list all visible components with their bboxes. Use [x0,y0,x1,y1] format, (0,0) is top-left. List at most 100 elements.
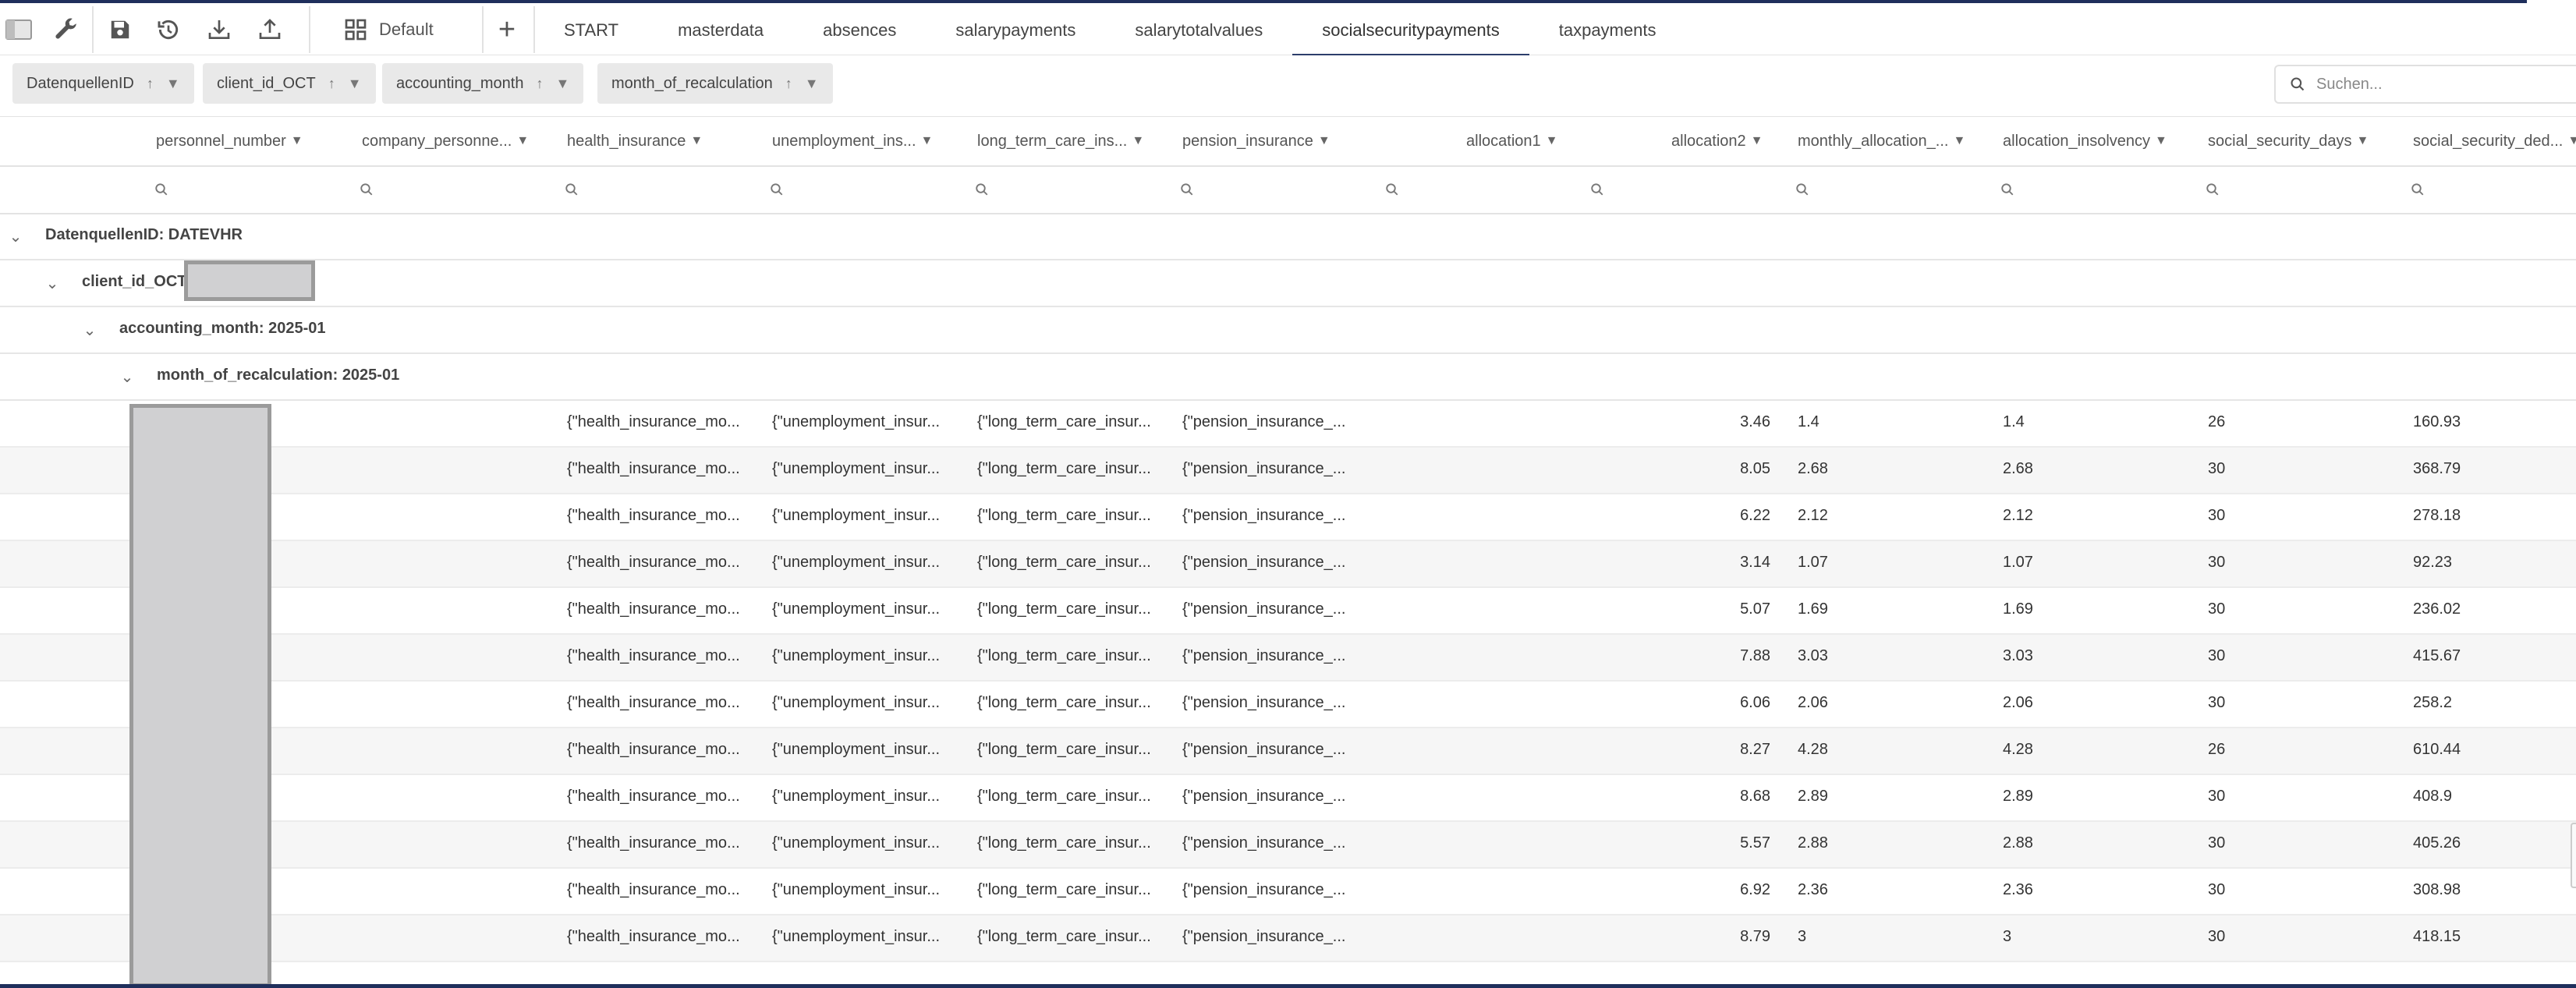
column-header-health-insurance[interactable]: health_insurance ▼ [567,117,703,165]
column-header-social-security-deduction[interactable]: social_security_ded... ▼ [2413,117,2576,165]
column-header-allocation-insolvency[interactable]: allocation_insolvency ▼ [2003,117,2167,165]
tab-masterdata[interactable]: masterdata [648,6,793,56]
column-filter-search-icon[interactable] [1795,175,1809,204]
download-icon[interactable] [204,14,235,45]
cell-long-term-care-insurance: {"long_term_care_insur... [977,647,1151,664]
filter-icon[interactable]: ▼ [291,134,303,148]
tab-taxpayments[interactable]: taxpayments [1529,6,1686,56]
sort-asc-icon[interactable]: ↑ [785,76,792,92]
cell-monthly-allocation: 2.12 [1798,507,1828,524]
table-row[interactable]: {"health_insurance_mo... {"unemployment_i… [0,822,2576,869]
column-filter-search-icon[interactable] [2000,175,2014,204]
table-row[interactable]: {"health_insurance_mo... {"unemployment_i… [0,915,2576,962]
wrench-icon[interactable] [51,14,82,45]
group-row-accounting-month[interactable]: ⌄ accounting_month: 2025-01 [0,307,2576,354]
sort-asc-icon[interactable]: ↑ [328,76,335,92]
column-header-allocation1[interactable]: allocation1 ▼ [1466,117,1557,165]
column-filter-search-icon[interactable] [1180,175,1194,204]
chevron-down-icon[interactable]: ⌄ [78,318,101,342]
filter-icon[interactable]: ▼ [166,76,180,92]
table-row[interactable]: {"health_insurance_mo... {"unemployment_i… [0,401,2576,448]
group-chip-accounting-month[interactable]: accounting_month ↑ ▼ [382,63,584,104]
column-filter-search-icon[interactable] [975,175,989,204]
cell-unemployment-insurance: {"unemployment_insur... [772,834,940,852]
tab-salarypayments[interactable]: salarypayments [926,6,1105,56]
table-row[interactable]: {"health_insurance_mo... {"unemployment_i… [0,869,2576,915]
sidebar-toggle-icon[interactable] [3,14,34,45]
filter-icon[interactable]: ▼ [1751,134,1763,148]
filter-icon[interactable]: ▼ [1132,134,1144,148]
column-filter-search-icon[interactable] [360,175,374,204]
cell-allocation-insolvency: 2.12 [2003,507,2033,524]
table-row[interactable]: {"health_insurance_mo... {"unemployment_i… [0,541,2576,588]
tab-absences[interactable]: absences [793,6,926,56]
group-chip-datenquellenid[interactable]: DatenquellenID ↑ ▼ [12,63,194,104]
tab-socialsecuritypayments[interactable]: socialsecuritypayments [1292,6,1529,56]
filter-icon[interactable]: ▼ [1953,134,1965,148]
column-filter-search-icon[interactable] [770,175,784,204]
column-header-pension-insurance[interactable]: pension_insurance ▼ [1182,117,1331,165]
column-header-personnel-number[interactable]: personnel_number ▼ [156,117,303,165]
column-header-company-personnel[interactable]: company_personne... ▼ [362,117,529,165]
cell-pension-insurance: {"pension_insurance_... [1182,834,1346,852]
filter-icon[interactable]: ▼ [348,76,362,92]
table-row[interactable]: {"health_insurance_mo... {"unemployment_i… [0,494,2576,541]
filter-icon[interactable]: ▼ [516,134,529,148]
filter-icon[interactable]: ▼ [2357,134,2369,148]
cell-long-term-care-insurance: {"long_term_care_insur... [977,460,1151,477]
column-label: unemployment_ins... [772,132,916,150]
table-row[interactable]: {"health_insurance_mo... {"unemployment_i… [0,682,2576,728]
table-row[interactable]: {"health_insurance_mo... {"unemployment_i… [0,588,2576,635]
tab-salarytotalvalues[interactable]: salarytotalvalues [1105,6,1292,56]
group-row-client-id-oct[interactable]: ⌄ client_id_OCT: [0,260,2576,307]
cell-monthly-allocation: 1.69 [1798,600,1828,618]
sort-asc-icon[interactable]: ↑ [536,76,543,92]
search-input[interactable] [2315,74,2552,94]
save-icon[interactable] [105,14,136,45]
filter-icon[interactable]: ▼ [690,134,703,148]
column-label: long_term_care_ins... [977,132,1128,150]
table-row[interactable]: {"health_insurance_mo... {"unemployment_i… [0,728,2576,775]
cell-pension-insurance: {"pension_insurance_... [1182,413,1346,430]
cell-allocation2: 5.57 [1740,834,1770,852]
column-filter-search-icon[interactable] [565,175,579,204]
cell-health-insurance: {"health_insurance_mo... [567,928,740,945]
table-row[interactable]: {"health_insurance_mo... {"unemployment_i… [0,448,2576,494]
filter-icon[interactable]: ▼ [921,134,934,148]
filter-icon[interactable]: ▼ [2567,134,2576,148]
group-row-month-of-recalculation[interactable]: ⌄ month_of_recalculation: 2025-01 [0,354,2576,401]
filter-icon[interactable]: ▼ [805,76,819,92]
column-header-long-term-care-insurance[interactable]: long_term_care_ins... ▼ [977,117,1144,165]
sort-asc-icon[interactable]: ↑ [147,76,154,92]
column-header-allocation2[interactable]: allocation2 ▼ [1671,117,1763,165]
filter-icon[interactable]: ▼ [555,76,569,92]
chevron-down-icon[interactable]: ⌄ [4,225,27,248]
cell-social-security-days: 30 [2208,554,2226,571]
column-filter-search-icon[interactable] [1385,175,1399,204]
column-filter-search-icon[interactable] [1590,175,1604,204]
group-chip-month-of-recalculation[interactable]: month_of_recalculation ↑ ▼ [597,63,833,104]
layout-selector[interactable]: Default [343,12,434,47]
filter-icon[interactable]: ▼ [1318,134,1331,148]
column-filter-search-icon[interactable] [2206,175,2220,204]
upload-icon[interactable] [254,14,285,45]
group-row-datenquellenid[interactable]: ⌄ DatenquellenID: DATEVHR [0,214,2576,260]
history-icon[interactable] [153,14,184,45]
chevron-down-icon[interactable]: ⌄ [115,365,139,388]
vertical-scrollbar-handle[interactable] [2571,823,2576,888]
column-filter-search-icon[interactable] [154,175,168,204]
column-header-social-security-days[interactable]: social_security_days ▼ [2208,117,2369,165]
cell-health-insurance: {"health_insurance_mo... [567,600,740,618]
cell-unemployment-insurance: {"unemployment_insur... [772,460,940,477]
tab-start[interactable]: START [534,6,648,56]
column-header-monthly-allocation[interactable]: monthly_allocation_... ▼ [1798,117,1965,165]
filter-icon[interactable]: ▼ [2155,134,2167,148]
table-row[interactable]: {"health_insurance_mo... {"unemployment_i… [0,635,2576,682]
column-filter-search-icon[interactable] [2411,175,2425,204]
group-chip-client-id-oct[interactable]: client_id_OCT ↑ ▼ [203,63,376,104]
filter-icon[interactable]: ▼ [1546,134,1558,148]
add-tab-button[interactable]: + [491,13,523,46]
column-header-unemployment-insurance[interactable]: unemployment_ins... ▼ [772,117,933,165]
table-row[interactable]: {"health_insurance_mo... {"unemployment_i… [0,775,2576,822]
chevron-down-icon[interactable]: ⌄ [41,271,64,295]
